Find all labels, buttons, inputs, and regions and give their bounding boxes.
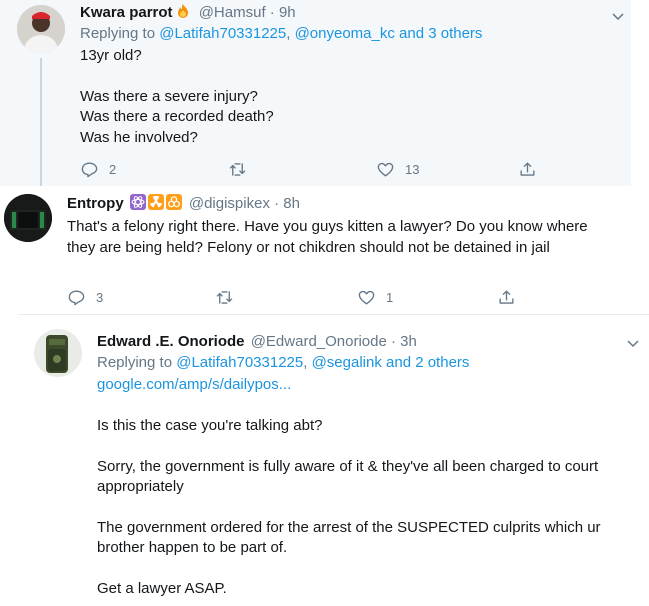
tweet-header: Kwara parrot @Hamsuf · 9h (80, 3, 296, 25)
tweet-paragraph: Sorry, the government is fully aware of … (97, 457, 599, 496)
tweet-text: 13yr old? Was there a severe injury? Was… (80, 46, 610, 148)
retweet-button[interactable] (228, 160, 376, 179)
tweet-paragraph: The government ordered for the arrest of… (97, 518, 601, 557)
retweet-button[interactable] (215, 288, 357, 307)
retweet-icon (216, 291, 233, 304)
avatar[interactable] (4, 194, 52, 242)
tweet-actions: 3 1 (67, 288, 537, 307)
share-button[interactable] (497, 288, 516, 307)
reply-icon (81, 162, 98, 178)
avatar[interactable] (34, 329, 82, 377)
heart-icon (358, 290, 375, 305)
like-button[interactable]: 1 (357, 288, 497, 307)
atom-icon (129, 194, 146, 216)
avatar[interactable] (17, 5, 65, 53)
fire-emoji-icon (175, 3, 191, 25)
tweet-time[interactable]: · 8h (274, 195, 300, 212)
radioactive-icon (147, 194, 164, 216)
display-name[interactable]: Kwara parrot (80, 4, 173, 21)
mention-others-link[interactable]: @segalink and 2 others (312, 354, 470, 371)
tweet-paragraph: Is this the case you're talking abt? (97, 417, 323, 434)
user-handle[interactable]: @Edward_Onoriode (251, 333, 387, 350)
reply-button[interactable]: 3 (67, 288, 215, 307)
reply-count: 2 (109, 162, 117, 177)
share-icon (520, 162, 535, 176)
tweet-kwara-parrot[interactable]: Kwara parrot @Hamsuf · 9h Replying to @L… (0, 0, 631, 186)
display-name[interactable]: Entropy (67, 195, 124, 212)
thread-line (40, 58, 42, 186)
tweet-paragraph: 13yr old? (80, 47, 142, 64)
chevron-down-icon[interactable] (625, 335, 641, 351)
tweet-header: Edward .E. Onoriode @Edward_Onoriode · 3… (97, 332, 417, 352)
tweet-text: Is this the case you're talking abt? Sor… (97, 416, 632, 599)
like-count: 13 (405, 162, 420, 177)
user-handle[interactable]: @Hamsuf (199, 4, 266, 21)
tweet-actions: 2 13 (80, 160, 540, 179)
retweet-icon (229, 163, 246, 176)
reply-count: 3 (96, 290, 104, 305)
biohazard-icon (165, 194, 182, 216)
tweet-paragraph: Get a lawyer ASAP. (97, 579, 227, 597)
display-name[interactable]: Edward .E. Onoriode (97, 333, 245, 350)
like-button[interactable]: 13 (376, 160, 518, 179)
replying-to: Replying to @Latifah70331225, @onyeoma_k… (80, 25, 483, 42)
replying-to: Replying to @Latifah70331225, @segalink … (97, 354, 470, 371)
reply-icon (68, 290, 85, 306)
share-icon (499, 290, 514, 304)
tweet-edward-onoriode[interactable]: Edward .E. Onoriode @Edward_Onoriode · 3… (18, 314, 649, 606)
share-button[interactable] (518, 160, 537, 179)
external-link[interactable]: google.com/amp/s/dailypos... (97, 375, 291, 395)
chevron-down-icon[interactable] (610, 8, 626, 24)
tweet-text: That's a felony right there. Have you gu… (67, 217, 615, 258)
heart-icon (377, 162, 394, 177)
mention-link[interactable]: @Latifah70331225 (176, 354, 303, 371)
tweet-time[interactable]: · 3h (391, 333, 417, 350)
reply-button[interactable]: 2 (80, 160, 228, 179)
user-handle[interactable]: @digispikex (189, 195, 270, 212)
tweet-entropy[interactable]: Entropy @digispikex · 8h That's a felony… (0, 186, 620, 314)
tweet-paragraph: That's a felony right there. Have you gu… (67, 218, 588, 256)
tweet-header: Entropy @digispikex · 8h (67, 194, 300, 216)
tweet-time[interactable]: · 9h (270, 4, 296, 21)
tweet-paragraph: Was there a severe injury? Was there a r… (80, 87, 274, 146)
like-count: 1 (386, 290, 394, 305)
mention-others-link[interactable]: @onyeoma_kc and 3 others (295, 25, 483, 42)
mention-link[interactable]: @Latifah70331225 (159, 25, 286, 42)
